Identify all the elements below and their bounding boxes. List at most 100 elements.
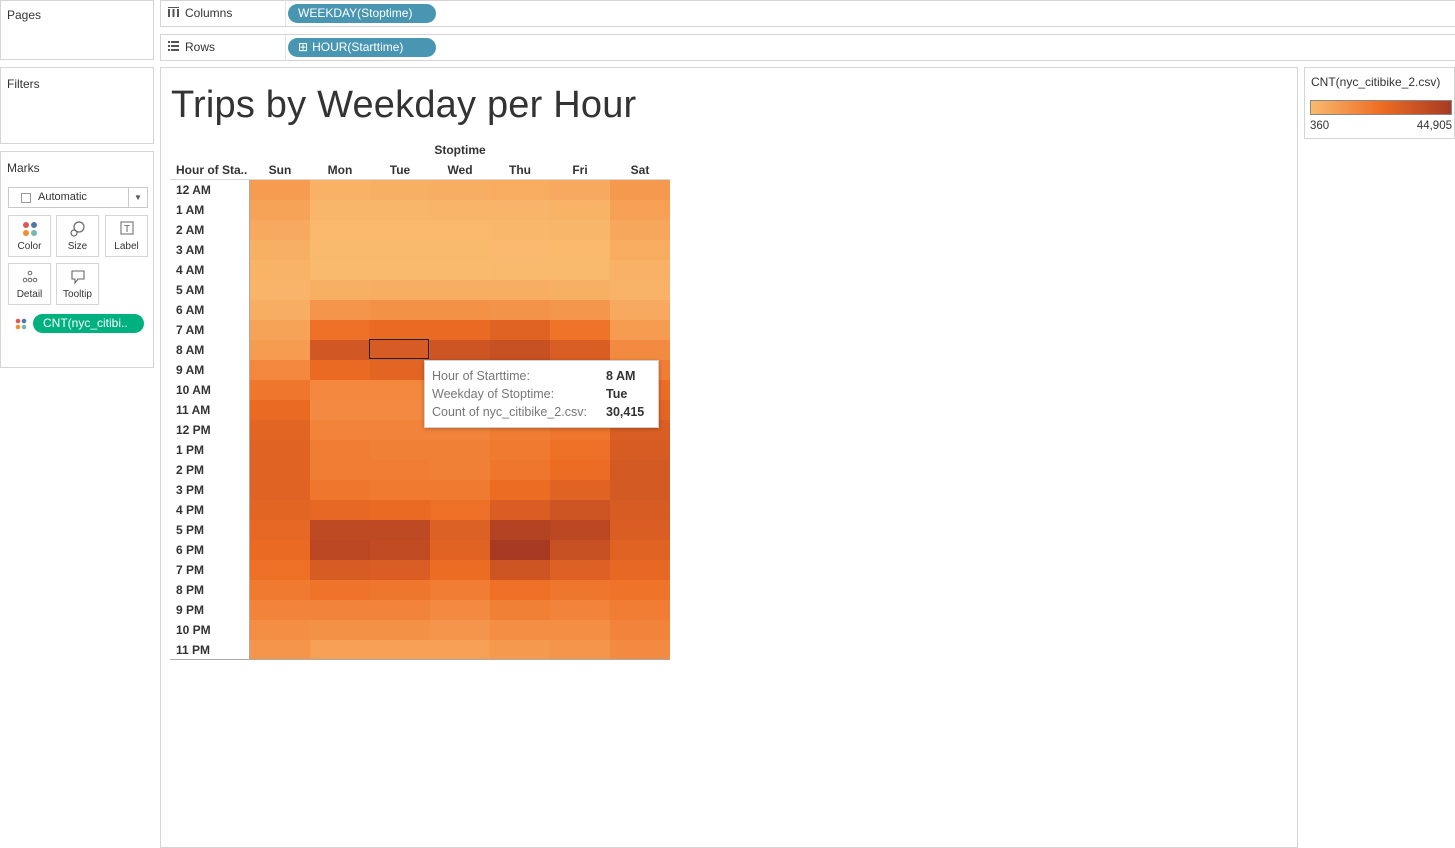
heatmap-cell[interactable] [550,480,610,500]
heatmap-cell[interactable] [610,540,670,560]
heatmap-cell[interactable] [370,420,430,440]
heatmap-cell[interactable] [610,560,670,580]
heatmap-cell[interactable] [310,580,370,600]
heatmap-cell[interactable] [250,460,310,480]
heatmap-cell[interactable] [550,280,610,300]
heatmap-cell[interactable] [250,600,310,620]
heatmap-cell[interactable] [550,220,610,240]
heatmap-cell[interactable] [550,320,610,340]
heatmap-cell[interactable] [430,540,490,560]
column-header[interactable]: Mon [310,163,370,177]
heatmap-cell[interactable] [430,300,490,320]
heatmap-cell[interactable] [250,440,310,460]
row-label[interactable]: 7 AM [176,320,246,340]
heatmap-cell[interactable] [430,340,490,360]
heatmap-cell[interactable] [310,240,370,260]
heatmap-cell[interactable] [430,580,490,600]
heatmap-cell[interactable] [310,480,370,500]
heatmap-cell[interactable] [370,300,430,320]
heatmap-cell[interactable] [430,560,490,580]
heatmap-cell[interactable] [550,260,610,280]
heatmap-cell[interactable] [550,560,610,580]
heatmap-cell[interactable] [250,380,310,400]
heatmap-cell[interactable] [430,620,490,640]
heatmap-cell[interactable] [490,640,550,660]
heatmap-cell[interactable] [610,460,670,480]
heatmap-cell[interactable] [490,240,550,260]
column-header[interactable]: Fri [550,163,610,177]
row-header-title[interactable]: Hour of Sta.. [176,163,250,177]
heatmap-cell[interactable] [430,460,490,480]
heatmap-cell[interactable] [250,260,310,280]
heatmap-cell[interactable] [490,600,550,620]
heatmap-cell[interactable] [490,480,550,500]
color-field-pill[interactable]: CNT(nyc_citibi.. [33,314,144,333]
heatmap-cell[interactable] [490,460,550,480]
heatmap-cell[interactable] [490,560,550,580]
heatmap-cell[interactable] [490,340,550,360]
heatmap-cell[interactable] [370,460,430,480]
heatmap-cell[interactable] [430,520,490,540]
column-header[interactable]: Tue [370,163,430,177]
row-label[interactable]: 5 PM [176,520,246,540]
heatmap-cell[interactable] [310,420,370,440]
heatmap-cell[interactable] [310,280,370,300]
heatmap-cell[interactable] [310,320,370,340]
row-label[interactable]: 11 PM [176,640,246,660]
heatmap-cell[interactable] [250,420,310,440]
row-label[interactable]: 8 AM [176,340,246,360]
column-header[interactable]: Sat [610,163,670,177]
row-label[interactable]: 3 AM [176,240,246,260]
heatmap-cell[interactable] [370,500,430,520]
heatmap-cell[interactable] [490,180,550,200]
heatmap-cell[interactable] [370,280,430,300]
heatmap-cell[interactable] [310,540,370,560]
heatmap-cell[interactable] [250,300,310,320]
heatmap-cell[interactable] [610,300,670,320]
color-legend-card[interactable]: CNT(nyc_citibike_2.csv) 360 44,905 [1304,67,1455,139]
heatmap-cell[interactable] [550,540,610,560]
row-label[interactable]: 6 PM [176,540,246,560]
heatmap-cell[interactable] [490,280,550,300]
row-label[interactable]: 1 PM [176,440,246,460]
heatmap-cell[interactable] [370,360,430,380]
heatmap-cell[interactable] [430,200,490,220]
row-label[interactable]: 9 PM [176,600,246,620]
heatmap-cell[interactable] [490,300,550,320]
label-button[interactable]: T Label [105,215,148,257]
heatmap-cell[interactable] [430,600,490,620]
heatmap-cell[interactable] [310,460,370,480]
heatmap-cell[interactable] [490,260,550,280]
heatmap-cell[interactable] [370,560,430,580]
color-button[interactable]: Color [8,215,51,257]
heatmap-cell[interactable] [250,620,310,640]
row-label[interactable]: 1 AM [176,200,246,220]
heatmap-cell[interactable] [430,320,490,340]
heatmap-cell[interactable] [250,360,310,380]
heatmap-cell[interactable] [610,240,670,260]
heatmap-cell[interactable] [370,520,430,540]
heatmap-cell[interactable] [550,200,610,220]
heatmap-cell[interactable] [610,220,670,240]
rows-shelf[interactable]: Rows ⊞ HOUR(Starttime) [160,34,1455,61]
heatmap-cell[interactable] [370,540,430,560]
heatmap-cell[interactable] [250,640,310,660]
heatmap-cell[interactable] [550,240,610,260]
row-label[interactable]: 10 AM [176,380,246,400]
row-label[interactable]: 2 AM [176,220,246,240]
heatmap-cell[interactable] [490,540,550,560]
heatmap-cell[interactable] [550,620,610,640]
heatmap-cell[interactable] [610,640,670,660]
heatmap-cell[interactable] [370,640,430,660]
heatmap-cell[interactable] [250,480,310,500]
heatmap-cell[interactable] [310,440,370,460]
heatmap-cell[interactable] [610,280,670,300]
row-label[interactable]: 4 AM [176,260,246,280]
heatmap-cell[interactable] [310,600,370,620]
heatmap-cell[interactable] [430,260,490,280]
heatmap-cell[interactable] [610,340,670,360]
heatmap-cell[interactable] [550,600,610,620]
row-label[interactable]: 8 PM [176,580,246,600]
heatmap-cell[interactable] [490,520,550,540]
heatmap-cell[interactable] [550,640,610,660]
